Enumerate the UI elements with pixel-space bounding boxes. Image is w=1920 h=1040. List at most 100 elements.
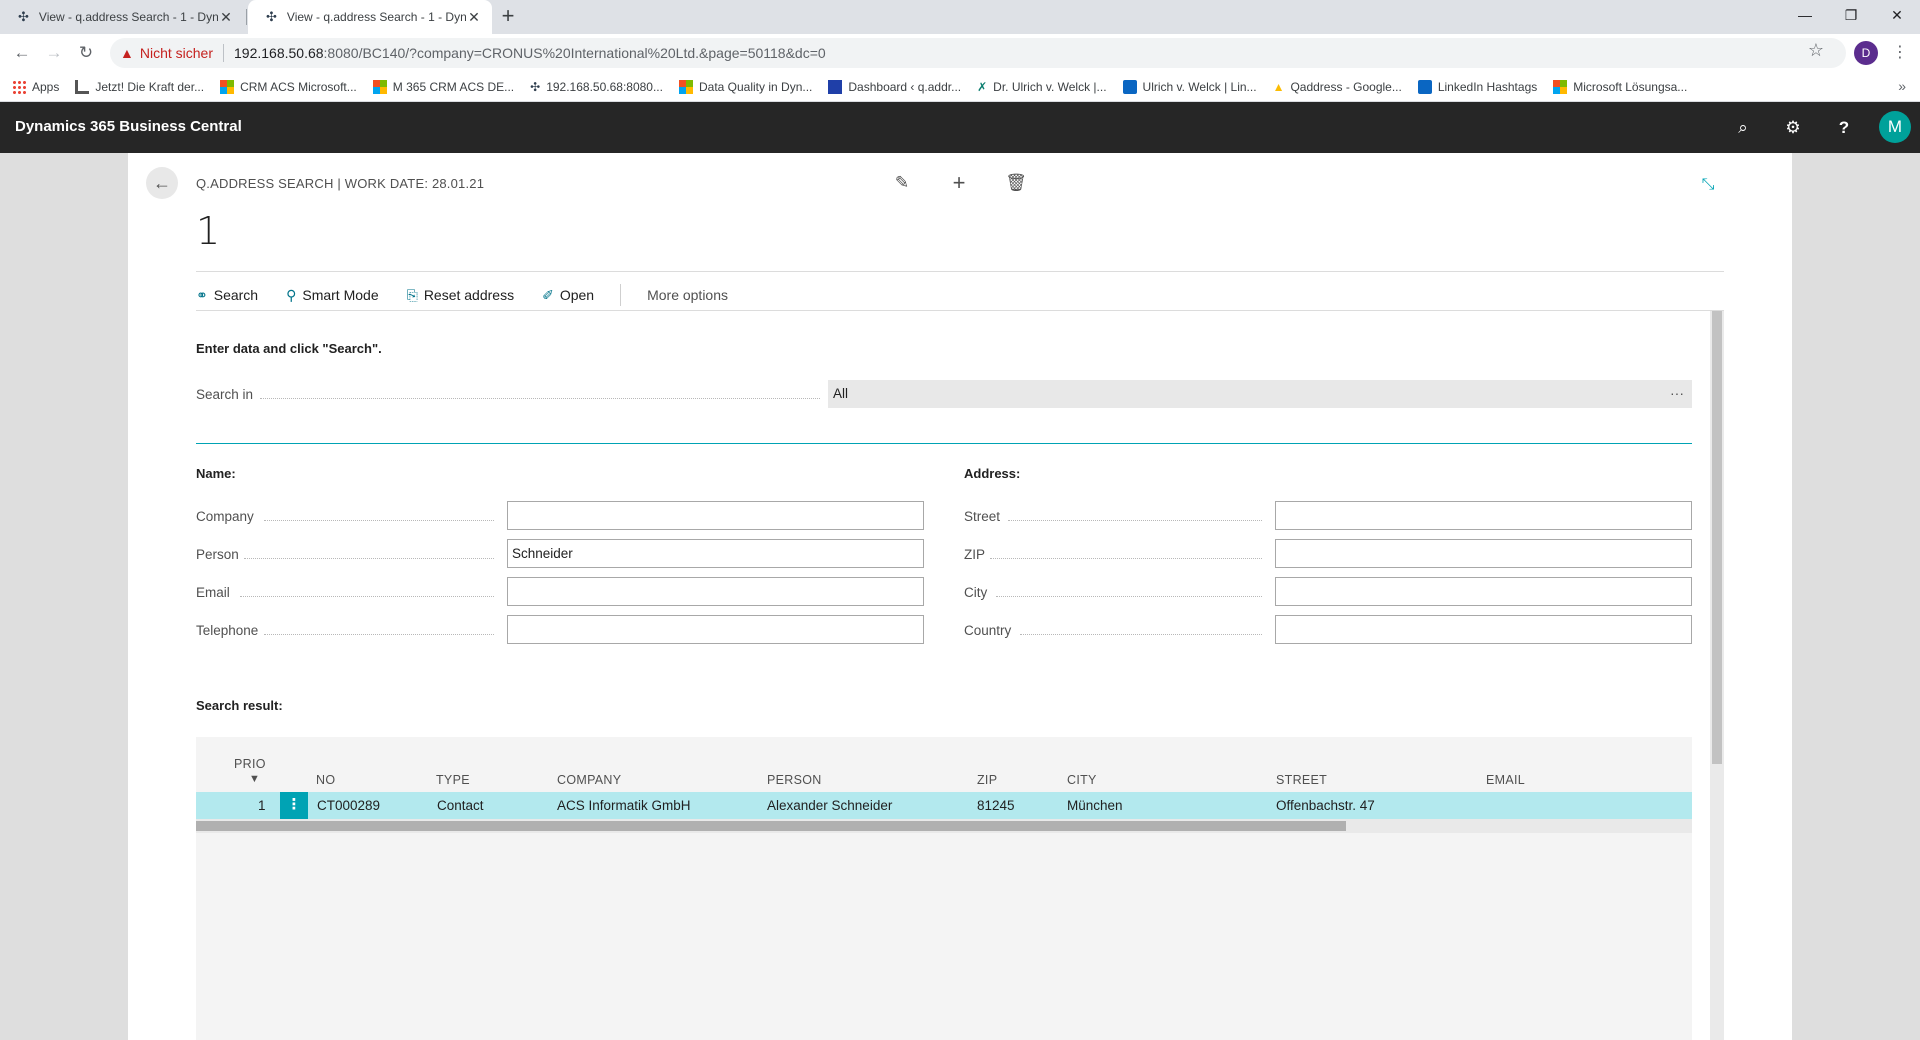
- edit-pencil-icon[interactable]: ✎: [890, 171, 914, 195]
- reload-icon[interactable]: ↻: [74, 41, 98, 65]
- new-tab-button[interactable]: +: [496, 5, 520, 29]
- search-icon[interactable]: ⌕: [1730, 115, 1756, 141]
- browser-tab-active[interactable]: ✣ View - q.address Search - 1 - Dyn ✕: [248, 0, 492, 34]
- leader-dots: [244, 558, 494, 559]
- bookmark[interactable]: CRM ACS Microsoft...: [220, 79, 357, 94]
- smart-mode-action-button[interactable]: ⚲ Smart Mode: [286, 287, 379, 304]
- user-avatar[interactable]: M: [1879, 111, 1911, 143]
- browser-tab[interactable]: ✣ View - q.address Search - 1 - Dyn ✕: [0, 0, 244, 34]
- collapse-icon[interactable]: ⤡: [1696, 173, 1720, 197]
- tab-title: View - q.address Search - 1 - Dyn: [38, 10, 218, 24]
- open-document-icon: ✐: [542, 286, 554, 303]
- close-icon[interactable]: ✕: [466, 9, 482, 26]
- lookup-ellipsis-button[interactable]: ···: [1665, 380, 1689, 408]
- back-arrow-icon[interactable]: ←: [146, 167, 178, 199]
- column-header-zip[interactable]: ZIP: [977, 773, 997, 787]
- leader-dots: [996, 596, 1262, 597]
- bookmark[interactable]: ✗ Dr. Ulrich v. Welck |...: [977, 80, 1106, 94]
- bookmark[interactable]: Dashboard ‹ q.addr...: [828, 79, 961, 94]
- address-group-title: Address:: [964, 466, 1021, 481]
- microsoft-icon: [1553, 79, 1568, 94]
- security-label[interactable]: Nicht sicher: [140, 45, 213, 61]
- filter-icon[interactable]: ▼: [249, 773, 260, 785]
- bookmark-apps[interactable]: Apps: [12, 79, 59, 94]
- column-header-prio[interactable]: PRIO: [234, 757, 266, 771]
- bookmark-label: M 365 CRM ACS DE...: [392, 79, 515, 94]
- cell-street: Offenbachstr. 47: [1276, 798, 1375, 813]
- bookmark[interactable]: ▲ Qaddress - Google...: [1273, 80, 1402, 94]
- microsoft-icon: [372, 79, 387, 94]
- column-header-email[interactable]: EMAIL: [1486, 773, 1525, 787]
- back-arrow-icon[interactable]: ←: [10, 41, 34, 65]
- results-grid: PRIO ▼ NO TYPE COMPANY PERSON ZIP CITY S…: [196, 737, 1692, 1040]
- zip-field[interactable]: [1275, 539, 1692, 568]
- close-window-icon[interactable]: ✕: [1874, 0, 1920, 30]
- company-field[interactable]: [507, 501, 924, 530]
- search-in-field[interactable]: All: [828, 380, 1692, 408]
- bookmark[interactable]: M 365 CRM ACS DE...: [372, 79, 515, 94]
- profile-avatar[interactable]: D: [1854, 41, 1878, 65]
- delete-trash-icon[interactable]: 🗑: [1004, 171, 1028, 195]
- url-host: 192.168.50.68: [234, 45, 324, 61]
- app-title[interactable]: Dynamics 365 Business Central: [15, 118, 242, 135]
- dynamics-icon: ✣: [18, 9, 29, 24]
- open-action-button[interactable]: ✐ Open: [542, 287, 594, 304]
- star-icon[interactable]: ☆: [1808, 40, 1824, 61]
- bookmark-label: Data Quality in Dyn...: [698, 79, 813, 94]
- bookmark-label: 192.168.50.68:8080...: [546, 79, 663, 94]
- instruction-text: Enter data and click "Search".: [196, 341, 382, 356]
- cell-person: Alexander Schneider: [767, 798, 893, 813]
- bookmark[interactable]: Microsoft Lösungsa...: [1553, 79, 1688, 94]
- gear-icon[interactable]: ⚙: [1780, 115, 1806, 141]
- telephone-field[interactable]: [507, 615, 924, 644]
- url-bar[interactable]: ▲ Nicht sicher 192.168.50.68:8080/BC140/…: [110, 38, 1846, 68]
- bookmark-label: Microsoft Lösungsa...: [1573, 79, 1688, 94]
- column-header-person[interactable]: PERSON: [767, 773, 822, 787]
- action-label: Reset address: [423, 287, 515, 303]
- table-row[interactable]: 1 ⋮ CT000289 Contact ACS Informatik GmbH…: [196, 792, 1692, 819]
- minimize-icon[interactable]: —: [1782, 0, 1828, 30]
- app-header: Dynamics 365 Business Central ⌕ ⚙ ?: [0, 102, 1920, 153]
- restore-icon[interactable]: ❐: [1828, 0, 1874, 30]
- reset-document-icon: ⎘: [406, 286, 418, 303]
- reset-address-action-button[interactable]: ⎘ Reset address: [407, 287, 514, 304]
- action-label: Search: [213, 287, 259, 303]
- tab-separator: [246, 9, 247, 25]
- column-header-type[interactable]: TYPE: [436, 773, 470, 787]
- column-header-city[interactable]: CITY: [1067, 773, 1097, 787]
- country-field[interactable]: [1275, 615, 1692, 644]
- record-title: 1: [196, 209, 221, 253]
- street-field[interactable]: [1275, 501, 1692, 530]
- close-icon[interactable]: ✕: [218, 9, 234, 26]
- column-header-company[interactable]: COMPANY: [557, 773, 621, 787]
- city-field[interactable]: [1275, 577, 1692, 606]
- search-action-button[interactable]: ⚭ Search: [196, 287, 258, 304]
- row-actions-icon[interactable]: ⋮: [280, 792, 308, 819]
- leader-dots: [1020, 634, 1262, 635]
- cell-no[interactable]: CT000289: [317, 798, 380, 813]
- more-options-button[interactable]: More options: [647, 287, 728, 303]
- dynamics-icon: ✣: [266, 9, 277, 24]
- bookmark-label: Qaddress - Google...: [1290, 79, 1402, 94]
- column-header-no[interactable]: NO: [316, 773, 335, 787]
- bookmark[interactable]: LinkedIn Hashtags: [1417, 79, 1537, 94]
- bookmark[interactable]: Ulrich v. Welck | Lin...: [1122, 79, 1257, 94]
- chevron-more-icon[interactable]: »: [1898, 78, 1906, 94]
- forward-arrow-icon[interactable]: →: [42, 41, 66, 65]
- binoculars-icon: ⚭: [196, 286, 208, 303]
- leader-dots: [1008, 520, 1262, 521]
- url-path: :8080/BC140/?company=CRONUS%20Internatio…: [323, 45, 826, 61]
- browser-menu-icon[interactable]: ⋮: [1890, 41, 1910, 65]
- person-field[interactable]: Schneider: [507, 539, 924, 568]
- email-field[interactable]: [507, 577, 924, 606]
- bookmark[interactable]: Jetzt! Die Kraft der...: [75, 79, 204, 94]
- vertical-scroll-thumb[interactable]: [1712, 311, 1722, 764]
- horizontal-scroll-thumb[interactable]: [196, 821, 1346, 831]
- street-label: Street: [964, 509, 1001, 524]
- column-header-street[interactable]: STREET: [1276, 773, 1327, 787]
- bookmark[interactable]: ✣ 192.168.50.68:8080...: [530, 80, 663, 94]
- bookmark[interactable]: Data Quality in Dyn...: [678, 79, 813, 94]
- linkedin-icon: [1122, 79, 1137, 94]
- add-icon[interactable]: +: [947, 171, 971, 195]
- help-icon[interactable]: ?: [1831, 115, 1857, 141]
